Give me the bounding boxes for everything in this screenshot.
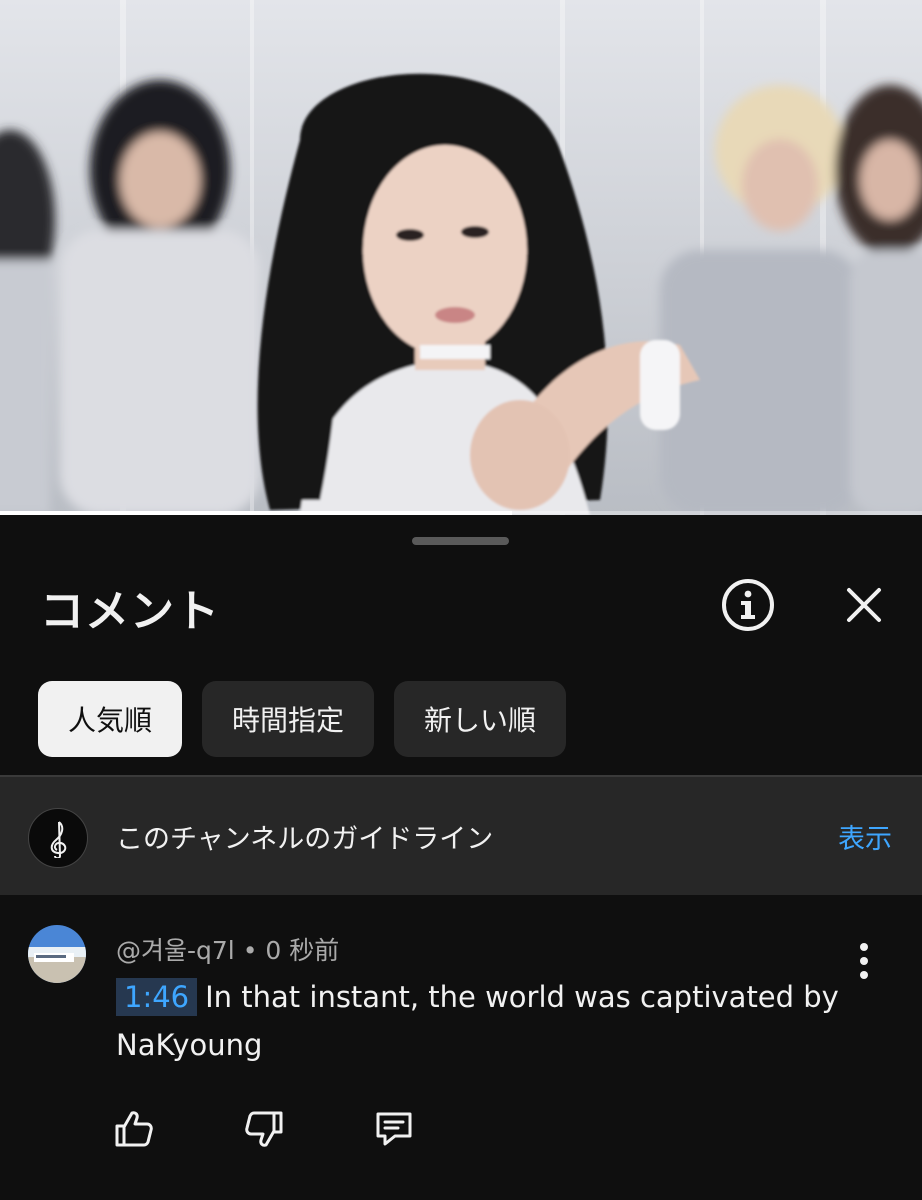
treble-clef-icon [50, 821, 67, 858]
video-player[interactable] [0, 0, 922, 515]
avatar[interactable] [28, 925, 86, 983]
thumbs-up-icon [115, 1111, 153, 1147]
comments-sheet: コメント 人気順 時間指定 新しい順 このチャンネルのガイドライン 表示 @겨울… [0, 515, 922, 1200]
dislike-button[interactable] [234, 1099, 294, 1159]
panel-title: コメント [40, 586, 220, 637]
comment-author[interactable]: @겨울-q7l [116, 936, 235, 965]
more-vert-icon [860, 943, 868, 979]
comment-time: 0 秒前 [265, 936, 340, 965]
comment-meta: @겨울-q7l • 0 秒前 [116, 931, 339, 967]
video-frame [0, 0, 922, 515]
guidelines-text: このチャンネルのガイドライン [116, 824, 494, 855]
chip-popular[interactable]: 人気順 [38, 681, 183, 757]
chip-timed[interactable]: 時間指定 [202, 681, 375, 757]
close-button[interactable] [834, 575, 894, 635]
info-button[interactable] [718, 575, 778, 635]
thumbs-down-icon [245, 1111, 283, 1147]
comment-item: @겨울-q7l • 0 秒前 1:46 In that instant, the … [0, 895, 922, 1200]
chip-newest[interactable]: 新しい順 [394, 681, 567, 757]
show-guidelines-link[interactable]: 表示 [838, 817, 892, 856]
reply-icon [376, 1112, 412, 1146]
info-icon [722, 579, 774, 631]
close-icon [847, 588, 881, 622]
reply-button[interactable] [364, 1099, 424, 1159]
channel-avatar [28, 808, 88, 868]
timestamp-link[interactable]: 1:46 [116, 978, 198, 1016]
drag-handle[interactable] [412, 537, 509, 545]
like-button[interactable] [104, 1099, 164, 1159]
channel-guidelines-row[interactable]: このチャンネルのガイドライン 表示 [0, 777, 922, 895]
comment-actions [104, 1099, 424, 1159]
sort-chips: 人気順 時間指定 新しい順 [38, 681, 567, 757]
meta-separator: • [242, 936, 258, 965]
comment-body: 1:46 In that instant, the world was capti… [116, 973, 856, 1069]
comment-text: In that instant, the world was captivate… [116, 980, 839, 1062]
avatar-image [28, 925, 86, 983]
